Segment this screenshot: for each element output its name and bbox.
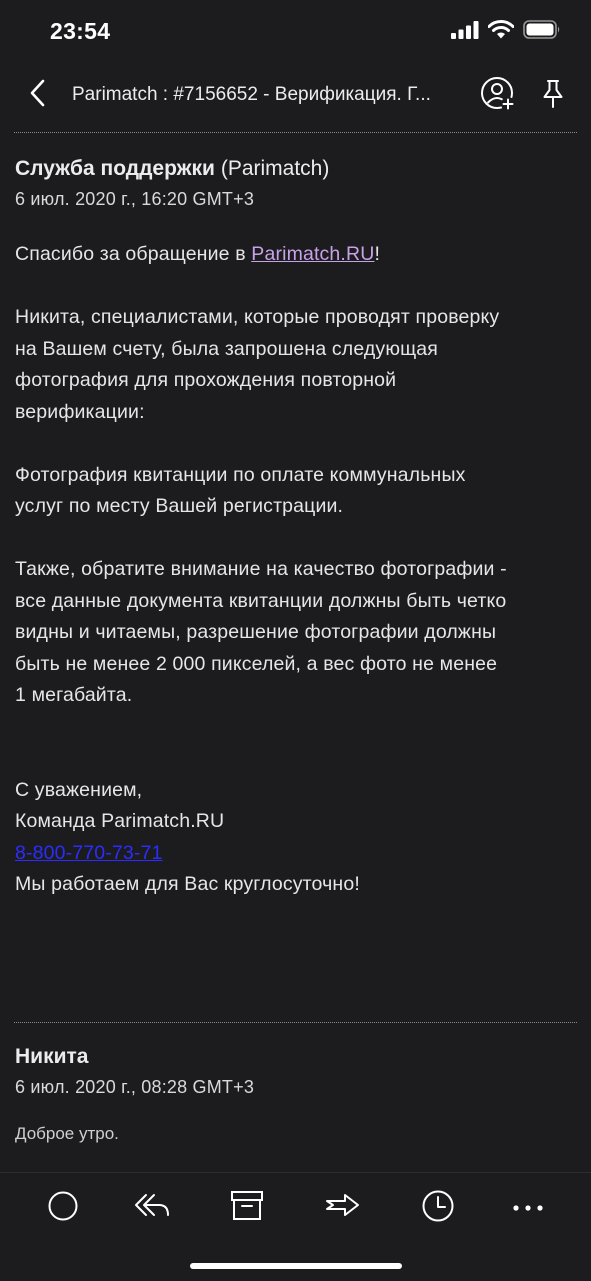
pin-icon bbox=[541, 79, 565, 114]
phone-line: 8-800-770-73-71 bbox=[15, 838, 580, 870]
message-sender: Служба поддержки (Parimatch) bbox=[15, 154, 580, 184]
sender-name: Никита bbox=[15, 1045, 89, 1068]
archive-icon bbox=[230, 1190, 264, 1227]
circle-icon bbox=[47, 1190, 79, 1227]
team-name: Команда Parimatch.RU bbox=[15, 810, 225, 832]
sender-name: Служба поддержки bbox=[15, 157, 215, 180]
parimatch-link[interactable]: Parimatch.RU bbox=[251, 243, 374, 265]
message-user[interactable]: Никита 6 июл. 2020 г., 08:28 GMT+3 Добро… bbox=[15, 1042, 580, 1144]
more-button[interactable] bbox=[506, 1188, 550, 1228]
message-support: Служба поддержки (Parimatch) 6 июл. 2020… bbox=[15, 154, 580, 901]
greeting-suffix: ! bbox=[374, 243, 381, 265]
more-icon bbox=[512, 1199, 544, 1217]
back-button[interactable] bbox=[22, 78, 52, 112]
status-icons bbox=[451, 20, 561, 44]
back-chevron-icon bbox=[28, 79, 46, 112]
add-contact-icon bbox=[480, 76, 516, 117]
wifi-icon bbox=[487, 20, 515, 44]
nav-bar: Parimatch : #7156652 - Верификация. Г... bbox=[0, 64, 591, 128]
forward-button[interactable] bbox=[320, 1188, 364, 1228]
clock-icon bbox=[421, 1189, 455, 1228]
message-sender: Никита bbox=[15, 1042, 580, 1072]
home-indicator[interactable] bbox=[190, 1263, 402, 1269]
message-date: 6 июл. 2020 г., 08:28 GMT+3 bbox=[15, 1077, 255, 1097]
cellular-signal-icon bbox=[451, 20, 479, 44]
sender-org: (Parimatch) bbox=[220, 157, 330, 180]
reply-icon bbox=[133, 1191, 171, 1226]
greeting-line: Спасибо за обращение в Parimatch.RU! bbox=[15, 239, 580, 271]
email-subject: Parimatch : #7156652 - Верификация. Г... bbox=[72, 84, 431, 105]
paragraph-document: Фотография квитанции по оплате коммуналь… bbox=[15, 463, 466, 518]
message-divider bbox=[14, 132, 577, 133]
battery-icon bbox=[523, 20, 561, 44]
forward-icon bbox=[323, 1191, 361, 1226]
status-bar: 23:54 bbox=[0, 0, 591, 64]
message-preview: Доброе утро. bbox=[15, 1124, 119, 1143]
reply-button[interactable] bbox=[130, 1188, 174, 1228]
message-divider bbox=[14, 1022, 577, 1023]
status-time: 23:54 bbox=[50, 18, 111, 44]
mark-button[interactable] bbox=[41, 1188, 85, 1228]
greeting-prefix: Спасибо за обращение в bbox=[15, 243, 252, 265]
add-contact-button[interactable] bbox=[478, 76, 518, 116]
paragraph-quality: Также, обратите внимание на качество фот… bbox=[15, 558, 507, 706]
signoff-text: С уважением, bbox=[15, 778, 143, 801]
hours-text: Мы работаем для Вас круглосуточно! bbox=[15, 873, 360, 895]
message-date: 6 июл. 2020 г., 16:20 GMT+3 bbox=[15, 189, 255, 209]
message-body: Спасибо за обращение в Parimatch.RU! Ник… bbox=[15, 239, 580, 901]
paragraph-request: Никита, специалистами, которые проводят … bbox=[15, 306, 500, 423]
archive-button[interactable] bbox=[225, 1188, 269, 1228]
phone-link[interactable]: 8-800-770-73-71 bbox=[15, 842, 163, 864]
pin-button[interactable] bbox=[533, 76, 573, 116]
snooze-button[interactable] bbox=[416, 1188, 460, 1228]
